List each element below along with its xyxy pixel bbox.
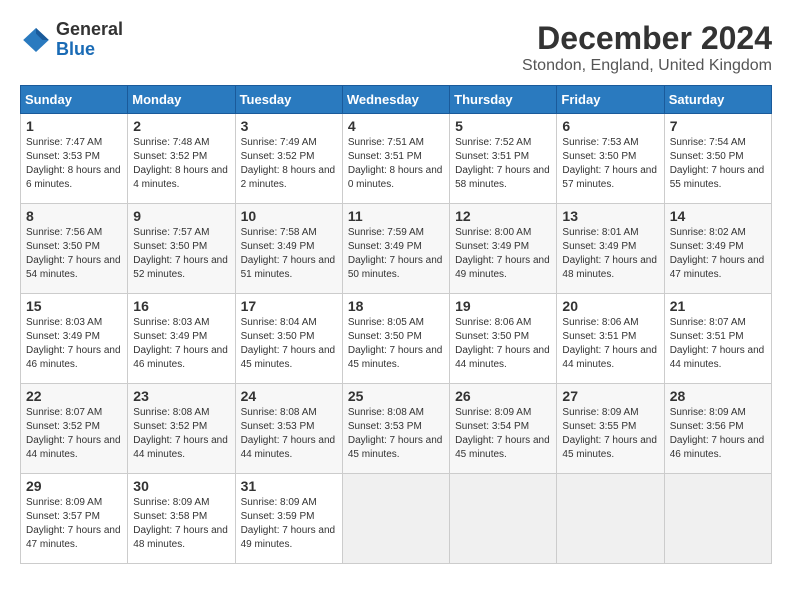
table-row: 19Sunrise: 8:06 AMSunset: 3:50 PMDayligh… — [450, 294, 557, 384]
table-row: 3Sunrise: 7:49 AMSunset: 3:52 PMDaylight… — [235, 114, 342, 204]
table-row: 23Sunrise: 8:08 AMSunset: 3:52 PMDayligh… — [128, 384, 235, 474]
table-row: 21Sunrise: 8:07 AMSunset: 3:51 PMDayligh… — [664, 294, 771, 384]
table-row: 1Sunrise: 7:47 AMSunset: 3:53 PMDaylight… — [21, 114, 128, 204]
page-header: General Blue December 2024 Stondon, Engl… — [20, 20, 772, 75]
table-row: 7Sunrise: 7:54 AMSunset: 3:50 PMDaylight… — [664, 114, 771, 204]
table-row: 12Sunrise: 8:00 AMSunset: 3:49 PMDayligh… — [450, 204, 557, 294]
logo-icon — [20, 24, 52, 56]
header-friday: Friday — [557, 86, 664, 114]
table-row: 11Sunrise: 7:59 AMSunset: 3:49 PMDayligh… — [342, 204, 449, 294]
month-title: December 2024 — [522, 20, 772, 57]
table-row — [557, 474, 664, 564]
table-row: 16Sunrise: 8:03 AMSunset: 3:49 PMDayligh… — [128, 294, 235, 384]
table-row: 20Sunrise: 8:06 AMSunset: 3:51 PMDayligh… — [557, 294, 664, 384]
location-subtitle: Stondon, England, United Kingdom — [522, 57, 772, 75]
table-row: 27Sunrise: 8:09 AMSunset: 3:55 PMDayligh… — [557, 384, 664, 474]
title-block: December 2024 Stondon, England, United K… — [522, 20, 772, 75]
table-row: 14Sunrise: 8:02 AMSunset: 3:49 PMDayligh… — [664, 204, 771, 294]
table-row: 31Sunrise: 8:09 AMSunset: 3:59 PMDayligh… — [235, 474, 342, 564]
table-row: 15Sunrise: 8:03 AMSunset: 3:49 PMDayligh… — [21, 294, 128, 384]
header-monday: Monday — [128, 86, 235, 114]
table-row: 2Sunrise: 7:48 AMSunset: 3:52 PMDaylight… — [128, 114, 235, 204]
calendar-table: Sunday Monday Tuesday Wednesday Thursday… — [20, 85, 772, 564]
table-row: 26Sunrise: 8:09 AMSunset: 3:54 PMDayligh… — [450, 384, 557, 474]
table-row — [342, 474, 449, 564]
table-row: 8Sunrise: 7:56 AMSunset: 3:50 PMDaylight… — [21, 204, 128, 294]
header-tuesday: Tuesday — [235, 86, 342, 114]
table-row: 9Sunrise: 7:57 AMSunset: 3:50 PMDaylight… — [128, 204, 235, 294]
table-row: 18Sunrise: 8:05 AMSunset: 3:50 PMDayligh… — [342, 294, 449, 384]
table-row: 29Sunrise: 8:09 AMSunset: 3:57 PMDayligh… — [21, 474, 128, 564]
table-row: 17Sunrise: 8:04 AMSunset: 3:50 PMDayligh… — [235, 294, 342, 384]
table-row: 30Sunrise: 8:09 AMSunset: 3:58 PMDayligh… — [128, 474, 235, 564]
table-row: 13Sunrise: 8:01 AMSunset: 3:49 PMDayligh… — [557, 204, 664, 294]
logo: General Blue — [20, 20, 123, 60]
table-row: 5Sunrise: 7:52 AMSunset: 3:51 PMDaylight… — [450, 114, 557, 204]
logo-line1: General — [56, 20, 123, 40]
table-row — [664, 474, 771, 564]
table-row: 22Sunrise: 8:07 AMSunset: 3:52 PMDayligh… — [21, 384, 128, 474]
header-saturday: Saturday — [664, 86, 771, 114]
header-sunday: Sunday — [21, 86, 128, 114]
table-row: 4Sunrise: 7:51 AMSunset: 3:51 PMDaylight… — [342, 114, 449, 204]
header-wednesday: Wednesday — [342, 86, 449, 114]
header-row: Sunday Monday Tuesday Wednesday Thursday… — [21, 86, 772, 114]
header-thursday: Thursday — [450, 86, 557, 114]
table-row: 24Sunrise: 8:08 AMSunset: 3:53 PMDayligh… — [235, 384, 342, 474]
table-row: 28Sunrise: 8:09 AMSunset: 3:56 PMDayligh… — [664, 384, 771, 474]
table-row — [450, 474, 557, 564]
logo-line2: Blue — [56, 40, 123, 60]
table-row: 10Sunrise: 7:58 AMSunset: 3:49 PMDayligh… — [235, 204, 342, 294]
table-row: 25Sunrise: 8:08 AMSunset: 3:53 PMDayligh… — [342, 384, 449, 474]
table-row: 6Sunrise: 7:53 AMSunset: 3:50 PMDaylight… — [557, 114, 664, 204]
